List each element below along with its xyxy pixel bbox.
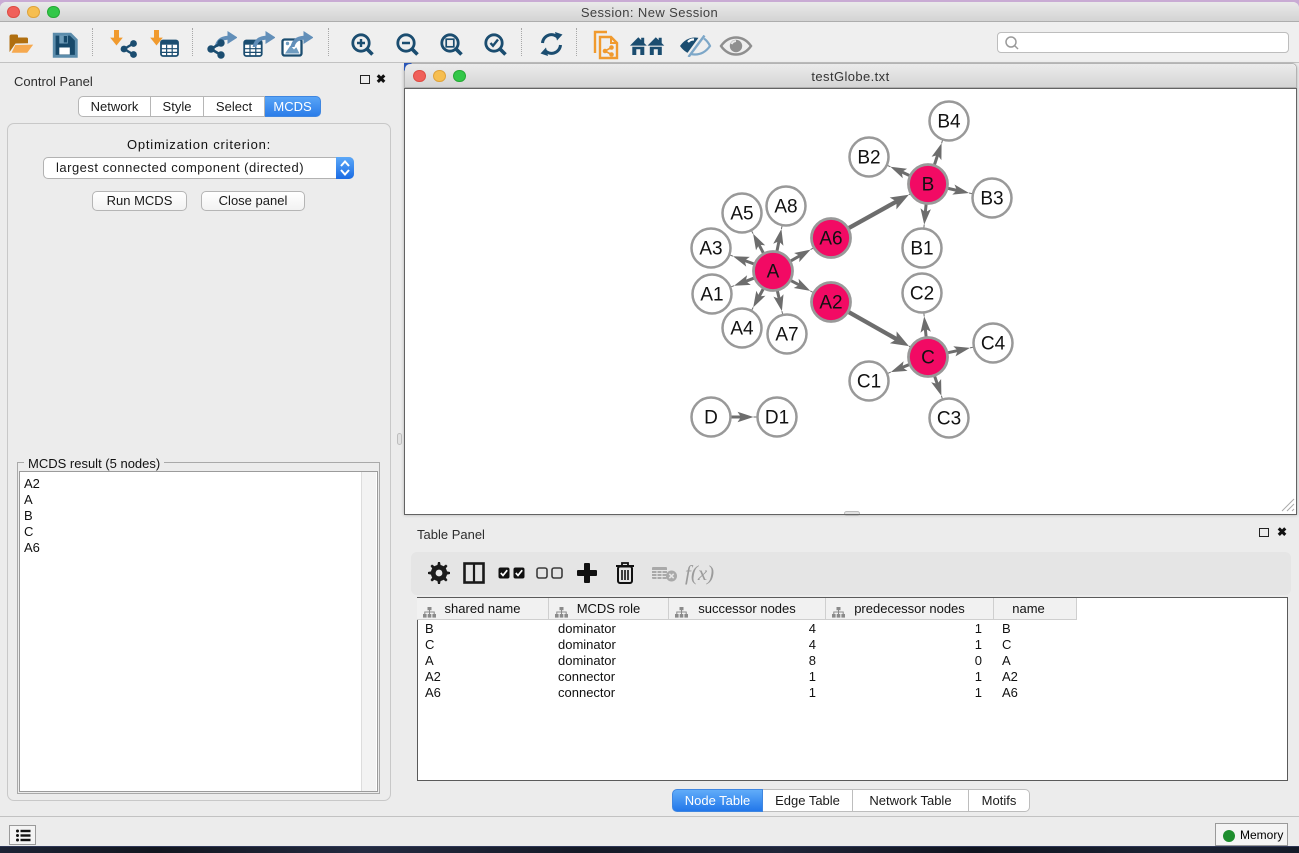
svg-text:D: D [704,408,718,429]
svg-text:C2: C2 [910,284,934,305]
svg-text:D1: D1 [765,408,789,429]
svg-text:C: C [921,348,935,369]
svg-text:A: A [767,262,780,283]
svg-text:B3: B3 [980,189,1003,210]
svg-text:A4: A4 [730,319,754,340]
svg-text:B1: B1 [910,239,933,260]
svg-text:A6: A6 [819,229,842,250]
svg-text:A7: A7 [775,325,798,346]
svg-text:A5: A5 [730,204,753,225]
svg-text:C1: C1 [857,372,881,393]
svg-text:A3: A3 [699,239,722,260]
svg-text:B2: B2 [857,148,880,169]
svg-text:C4: C4 [981,334,1006,355]
svg-text:B: B [922,175,935,196]
svg-text:A2: A2 [819,293,842,314]
svg-text:C3: C3 [937,409,961,430]
svg-text:A8: A8 [774,197,797,218]
svg-text:B4: B4 [937,112,961,133]
svg-text:A1: A1 [700,285,723,306]
